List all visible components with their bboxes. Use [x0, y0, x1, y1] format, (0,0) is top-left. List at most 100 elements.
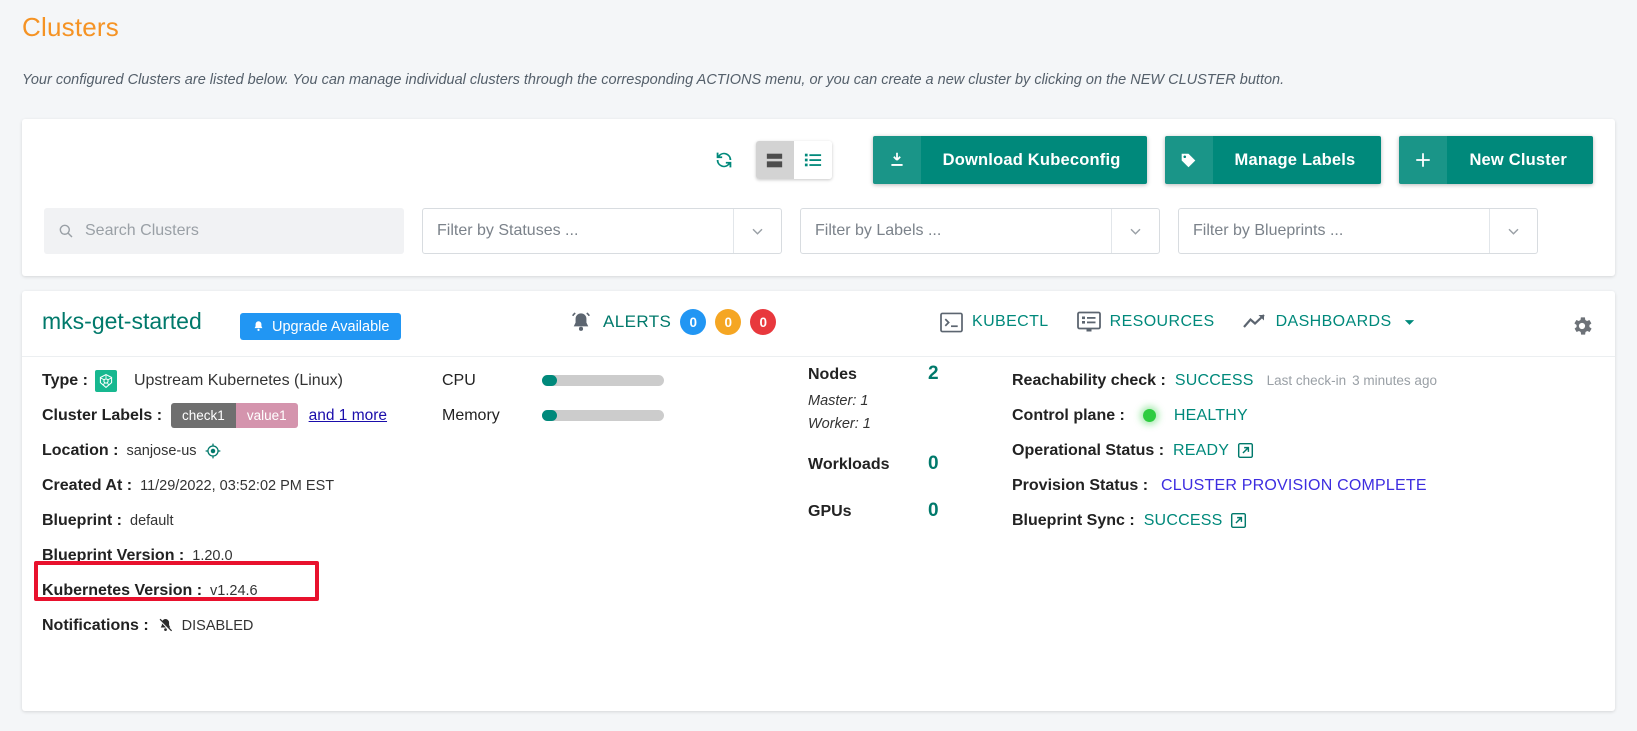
- page-title: Clusters: [22, 12, 119, 42]
- cluster-card-header: mks-get-started Upgrade Available ALERTS…: [22, 291, 1615, 357]
- clusters-page: Clusters Your configured Clusters are li…: [0, 0, 1637, 731]
- blueprint-version-key: Blueprint Version :: [42, 546, 185, 564]
- list-view-toggle[interactable]: [793, 141, 832, 179]
- count-row-nodes: Nodes 2: [808, 363, 939, 393]
- dashboards-action[interactable]: DASHBOARDS: [1242, 313, 1416, 331]
- chevron-down-icon: [1111, 209, 1159, 253]
- kubernetes-icon: [94, 369, 117, 392]
- filter-labels-placeholder: Filter by Labels ...: [815, 222, 942, 239]
- kubernetes-version-key: Kubernetes Version :: [42, 581, 203, 599]
- manage-labels-button[interactable]: Manage Labels: [1164, 136, 1382, 184]
- card-view-icon: [766, 153, 783, 167]
- info-row-kubernetes-version: Kubernetes Version : v1.24.6: [42, 573, 387, 608]
- status-row-provision: Provision Status : CLUSTER PROVISION COM…: [1012, 468, 1437, 503]
- status-row-operational: Operational Status : READY: [1012, 433, 1437, 468]
- new-cluster-label: New Cluster: [1469, 150, 1567, 169]
- operational-external-link-button[interactable]: [1237, 442, 1254, 459]
- chevron-down-icon: [1489, 209, 1537, 253]
- chevron-down-icon: [1404, 319, 1414, 325]
- upgrade-available-badge[interactable]: Upgrade Available: [240, 313, 402, 340]
- workloads-label: Workloads: [808, 456, 890, 473]
- cluster-header-actions: KUBECTL RESOURCES DASHBOARDS: [940, 311, 1416, 333]
- alerts-group: ALERTS 0 0 0: [568, 309, 777, 335]
- plus-icon: [1399, 136, 1448, 184]
- new-cluster-button[interactable]: New Cluster: [1399, 136, 1593, 184]
- status-row-blueprint-sync: Blueprint Sync : SUCCESS: [1012, 503, 1437, 538]
- refresh-icon: [716, 152, 731, 168]
- info-row-cluster-labels: Cluster Labels : check1 value1 and 1 mor…: [42, 398, 387, 433]
- provision-status-value[interactable]: CLUSTER PROVISION COMPLETE: [1161, 477, 1427, 495]
- kubernetes-version-value: v1.24.6: [210, 582, 258, 599]
- health-status-dot: [1142, 409, 1156, 422]
- gauge-row-memory: Memory: [442, 398, 664, 433]
- info-row-blueprint-version: Blueprint Version : 1.20.0: [42, 538, 387, 573]
- refresh-button[interactable]: [704, 140, 744, 180]
- filter-blueprints-placeholder: Filter by Blueprints ...: [1193, 222, 1344, 239]
- reachability-key: Reachability check :: [1012, 371, 1166, 389]
- type-value: Upstream Kubernetes (Linux): [133, 371, 343, 389]
- count-row-workloads: Workloads 0: [808, 453, 939, 483]
- operational-status-value: READY: [1173, 441, 1230, 459]
- cpu-label: CPU: [442, 371, 476, 389]
- nodes-worker-sub: Worker: 1: [808, 416, 871, 432]
- label-chip-value: value1: [235, 403, 298, 428]
- search-icon: [59, 224, 73, 238]
- download-icon: [872, 136, 921, 184]
- download-kubeconfig-button[interactable]: Download Kubeconfig: [872, 136, 1147, 184]
- type-key: Type :: [42, 371, 88, 389]
- search-clusters-input[interactable]: Search Clusters: [44, 208, 404, 254]
- manage-labels-label: Manage Labels: [1234, 150, 1356, 169]
- memory-progress-bar: [542, 410, 664, 421]
- created-at-key: Created At :: [42, 476, 133, 494]
- resources-action[interactable]: RESOURCES: [1076, 311, 1215, 333]
- status-row-control-plane: Control plane : HEALTHY: [1012, 398, 1437, 433]
- toolbar: Download Kubeconfig Manage Labels New Cl…: [704, 136, 1593, 184]
- notifications-value: DISABLED: [181, 617, 254, 634]
- card-view-toggle[interactable]: [755, 141, 794, 179]
- status-row-reachability: Reachability check : SUCCESS Last check-…: [1012, 363, 1437, 398]
- bell-icon: [254, 321, 263, 331]
- info-row-notifications: Notifications : DISABLED: [42, 608, 387, 643]
- cluster-name[interactable]: mks-get-started: [42, 308, 202, 335]
- terminal-icon: [940, 312, 963, 332]
- filter-blueprints-select[interactable]: Filter by Blueprints ...: [1178, 208, 1538, 254]
- cluster-settings-button[interactable]: [1567, 311, 1597, 341]
- nodes-master-sub: Master: 1: [808, 393, 869, 409]
- blueprint-key: Blueprint :: [42, 511, 122, 529]
- kubectl-label: KUBECTL: [972, 313, 1049, 330]
- workloads-value: 0: [928, 453, 939, 474]
- blueprint-sync-external-link-button[interactable]: [1230, 512, 1247, 529]
- cluster-label-chip[interactable]: check1 value1: [171, 403, 298, 428]
- alert-badge-critical[interactable]: 0: [750, 309, 777, 335]
- created-at-value: 11/29/2022, 03:52:02 PM EST: [140, 477, 335, 494]
- alert-badge-info[interactable]: 0: [680, 309, 707, 335]
- alerts-label: ALERTS: [603, 312, 672, 331]
- labels-more-link[interactable]: and 1 more: [309, 407, 387, 425]
- bell-off-icon: [158, 618, 172, 633]
- search-placeholder: Search Clusters: [85, 222, 199, 239]
- tag-icon: [1164, 136, 1213, 184]
- cluster-status-column: Reachability check : SUCCESS Last check-…: [1012, 363, 1437, 538]
- info-row-type: Type : Upstream Kubernetes (Linux): [42, 363, 387, 398]
- info-row-created-at: Created At : 11/29/2022, 03:52:02 PM EST: [42, 468, 387, 503]
- filter-statuses-select[interactable]: Filter by Statuses ...: [422, 208, 782, 254]
- kubectl-action[interactable]: KUBECTL: [940, 312, 1049, 333]
- nodes-value: 2: [928, 363, 939, 384]
- control-plane-key: Control plane :: [1012, 406, 1125, 424]
- provision-status-key: Provision Status :: [1012, 476, 1149, 494]
- page-subtitle: Your configured Clusters are listed belo…: [22, 72, 1285, 88]
- blueprint-sync-key: Blueprint Sync :: [1012, 511, 1135, 529]
- alerts-bell-icon: [572, 312, 590, 331]
- cluster-counts-column: Nodes 2 Master: 1 Worker: 1 Workloads 0 …: [808, 363, 939, 530]
- nodes-label: Nodes: [808, 366, 857, 383]
- location-value: sanjose-us: [126, 442, 197, 459]
- blueprint-value: default: [130, 512, 174, 529]
- trending-up-icon: [1242, 314, 1265, 328]
- cpu-progress-bar: [542, 375, 664, 386]
- filter-labels-select[interactable]: Filter by Labels ...: [800, 208, 1160, 254]
- gpus-value: 0: [928, 500, 939, 521]
- view-toggle[interactable]: [755, 141, 832, 179]
- alert-badge-warning[interactable]: 0: [715, 309, 742, 335]
- info-row-location: Location : sanjose-us: [42, 433, 387, 468]
- upgrade-available-label: Upgrade Available: [272, 318, 390, 335]
